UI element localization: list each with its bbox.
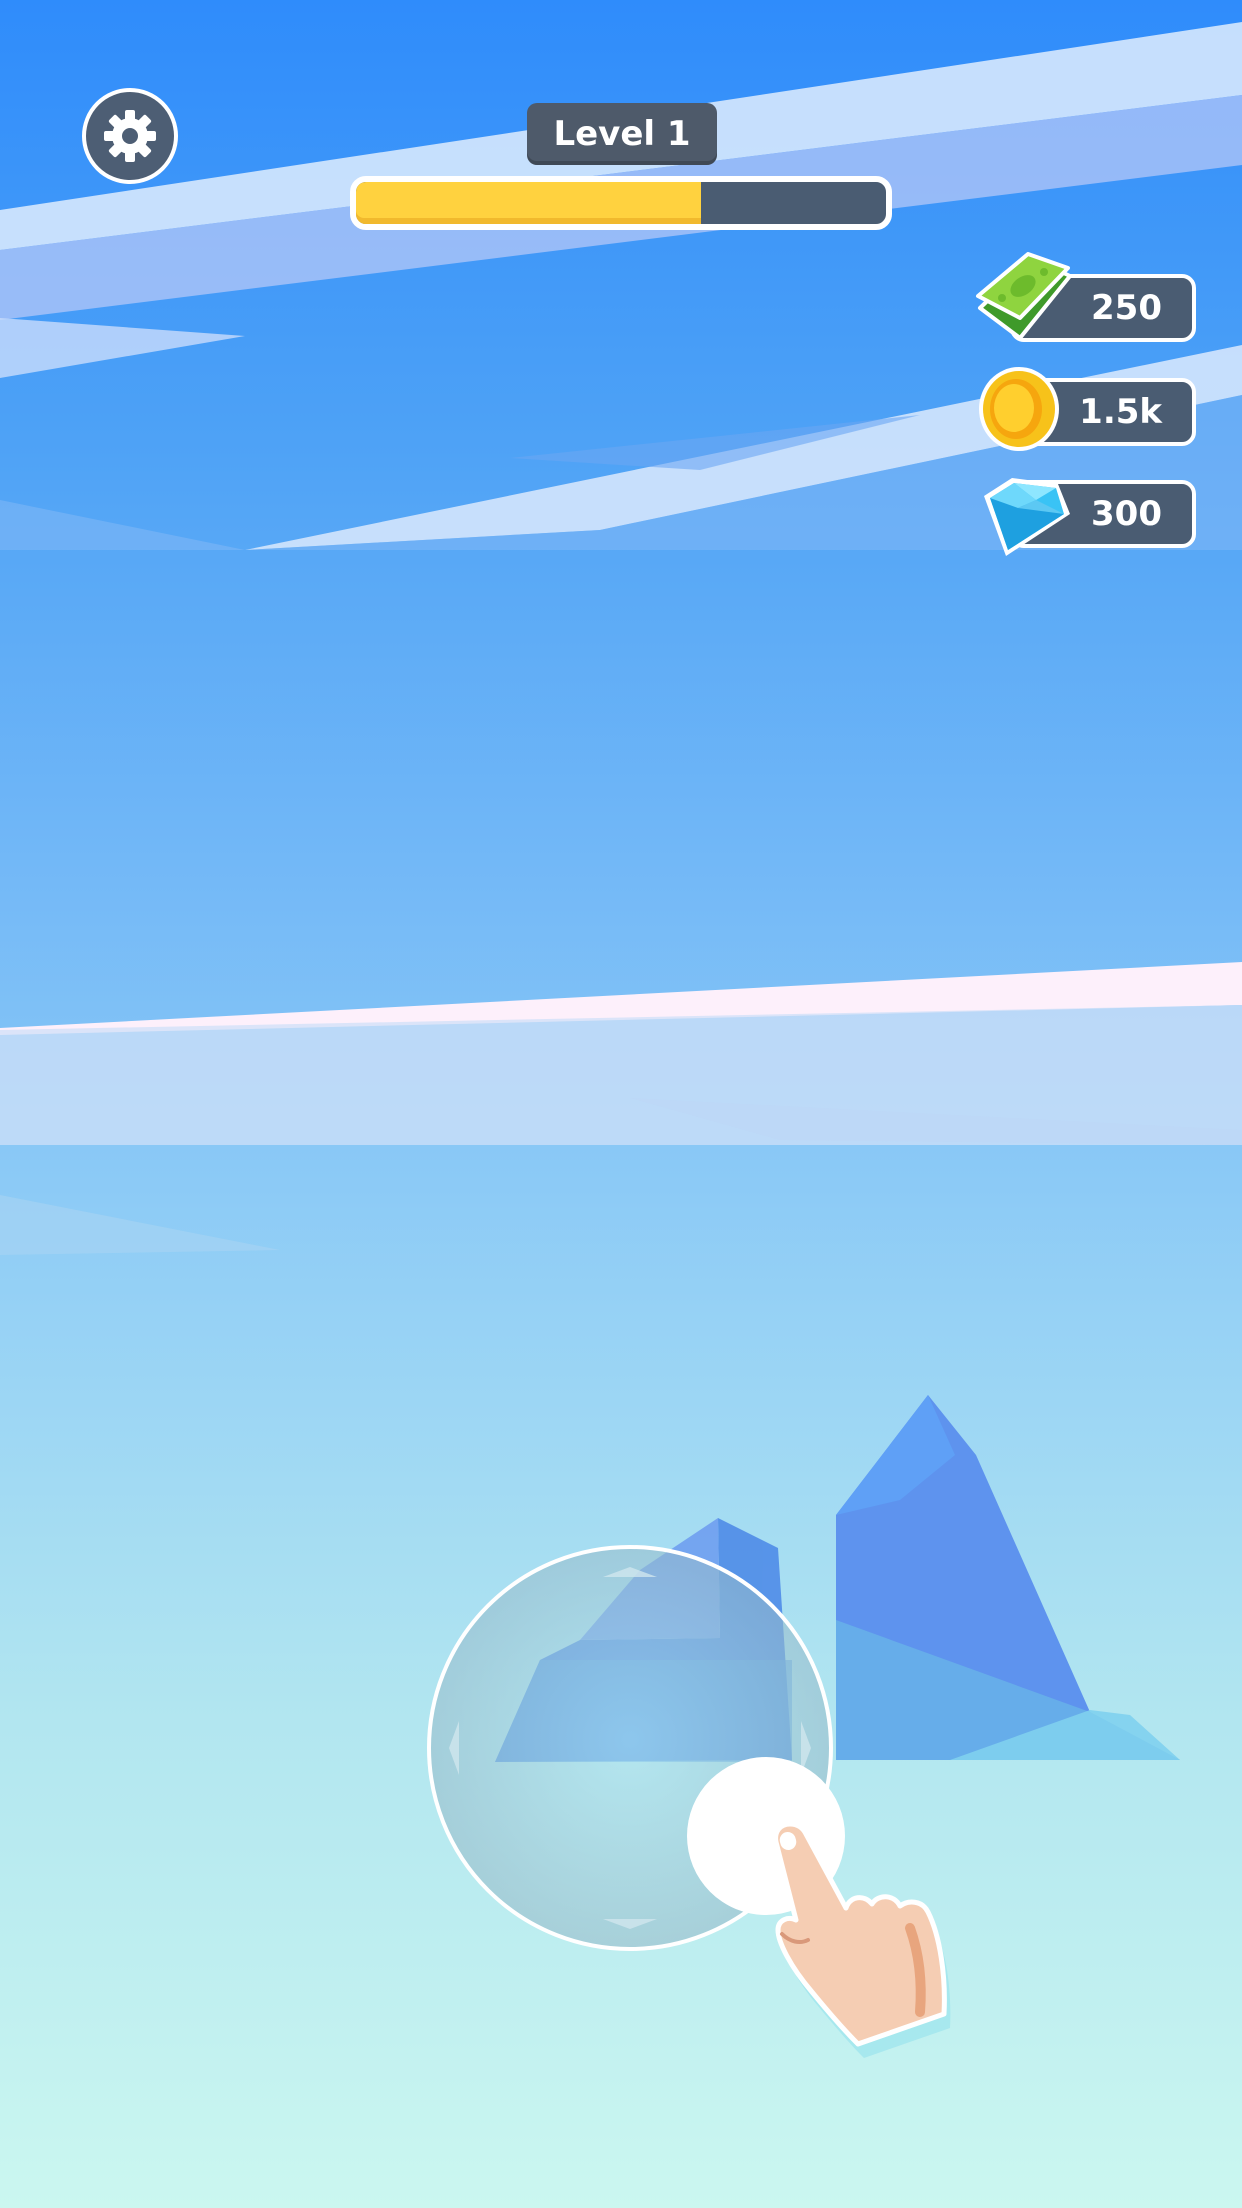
level-progress-fill (356, 182, 701, 224)
gem-icon (984, 478, 1070, 556)
gear-icon (104, 110, 156, 162)
settings-button[interactable] (82, 88, 178, 184)
coin-icon (979, 367, 1059, 451)
coin-value: 1.5k (1079, 392, 1162, 432)
cash-value: 250 (1091, 288, 1162, 328)
level-label: Level 1 (527, 103, 717, 165)
gem-value: 300 (1091, 494, 1162, 534)
level-progress-bar (350, 176, 892, 230)
arrow-up-icon (603, 1567, 657, 1577)
pointing-hand-icon (773, 1821, 951, 2058)
arrow-down-icon (603, 1919, 657, 1929)
large-iceberg (836, 1395, 1180, 1760)
cash-icon (976, 252, 1072, 340)
arrow-left-icon (449, 1721, 459, 1775)
